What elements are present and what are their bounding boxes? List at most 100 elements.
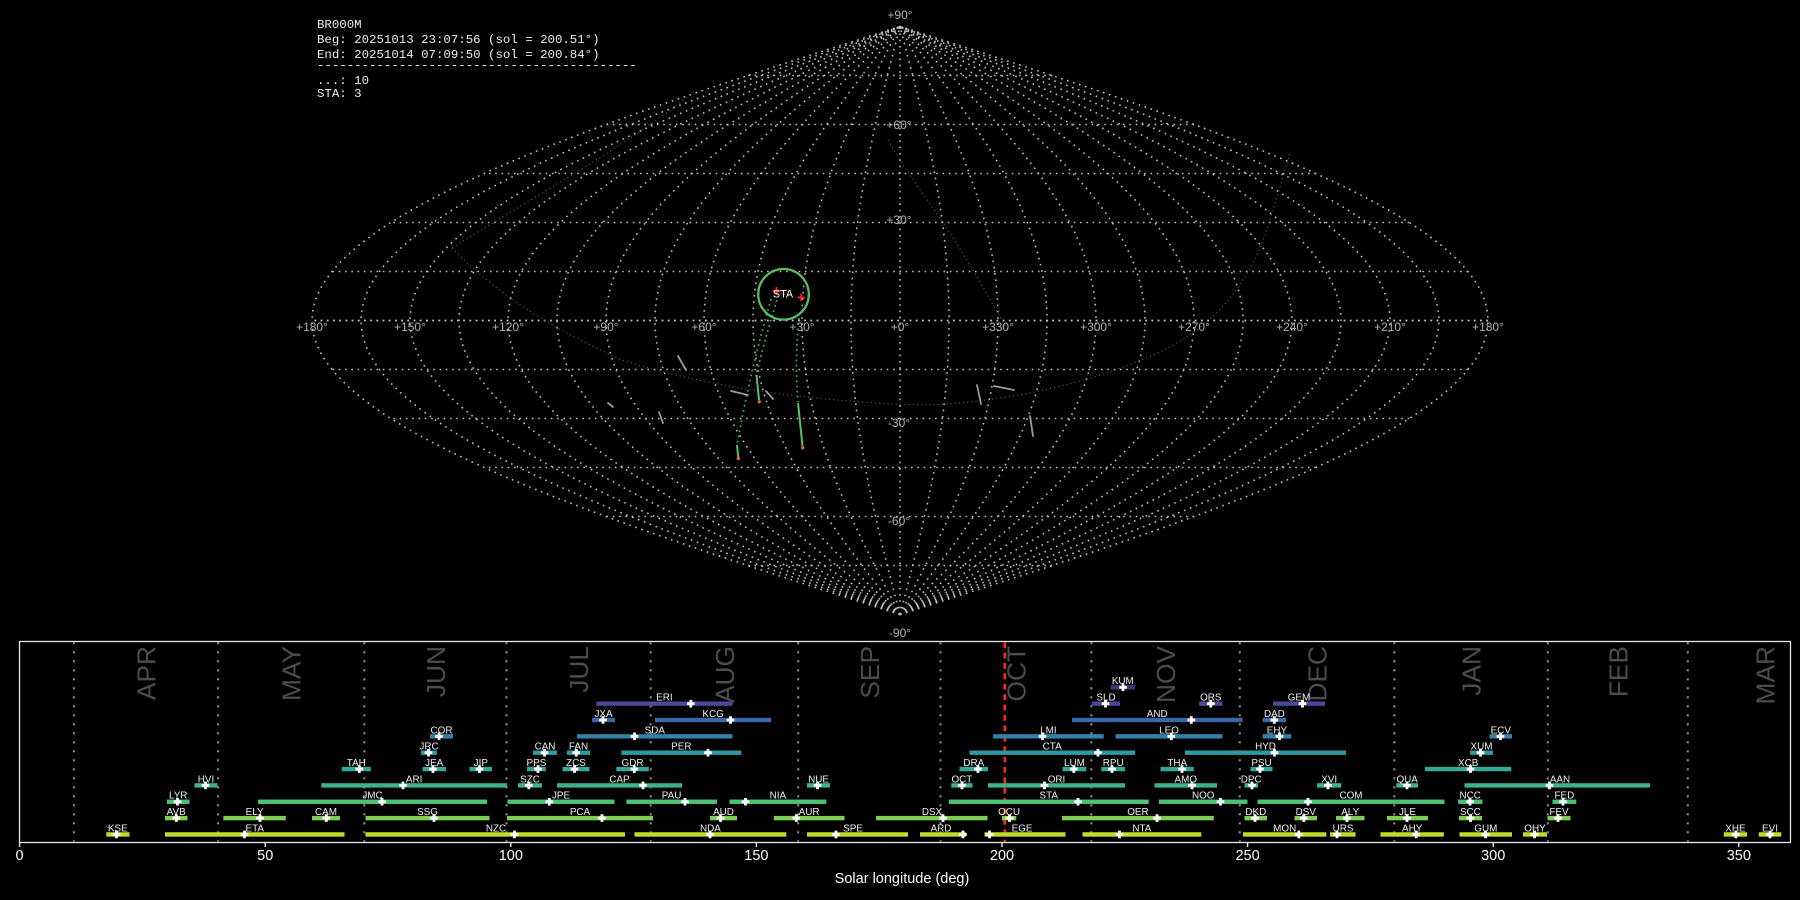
svg-text:URS: URS <box>1333 823 1354 834</box>
svg-text:EVI: EVI <box>1762 823 1778 834</box>
svg-text:+120°: +120° <box>492 320 524 334</box>
svg-text:SPE: SPE <box>843 823 863 834</box>
svg-text:GUM: GUM <box>1474 823 1497 834</box>
svg-text:NTA: NTA <box>1132 823 1151 834</box>
svg-text:JUL: JUL <box>564 646 594 693</box>
svg-text:KUM: KUM <box>1112 676 1134 687</box>
svg-text:LMI: LMI <box>1040 725 1056 736</box>
svg-text:DRA: DRA <box>963 758 984 769</box>
svg-text:RPU: RPU <box>1103 758 1124 769</box>
svg-text:...: 10: ...: 10 <box>317 74 369 88</box>
svg-text:Solar longitude (deg): Solar longitude (deg) <box>835 871 970 887</box>
svg-text:MAY: MAY <box>277 646 307 701</box>
svg-text:+240°: +240° <box>1276 320 1308 334</box>
svg-text:STA: STA <box>1040 791 1059 802</box>
svg-text:HVI: HVI <box>198 774 214 785</box>
svg-text:NDA: NDA <box>700 823 721 834</box>
svg-text:JEA: JEA <box>425 758 444 769</box>
svg-text:OER: OER <box>1127 807 1148 818</box>
svg-text:------------------------------: ----------------------------------------… <box>317 59 637 73</box>
svg-text:300: 300 <box>1481 848 1505 864</box>
svg-text:XUM: XUM <box>1471 742 1493 753</box>
svg-text:ARD: ARD <box>931 823 952 834</box>
svg-text:PPS: PPS <box>527 758 547 769</box>
svg-text:+180°: +180° <box>296 320 328 334</box>
svg-text:+90°: +90° <box>887 8 912 22</box>
svg-text:STA: STA <box>773 289 794 301</box>
svg-text:-90°: -90° <box>889 626 911 640</box>
svg-text:SLD: SLD <box>1096 693 1115 704</box>
svg-text:PSU: PSU <box>1251 758 1271 769</box>
svg-text:+90°: +90° <box>593 320 618 334</box>
svg-text:JPE: JPE <box>552 791 571 802</box>
svg-text:EGE: EGE <box>1012 823 1033 834</box>
svg-text:NCC: NCC <box>1459 791 1480 802</box>
svg-text:ERI: ERI <box>656 693 672 704</box>
svg-text:JMC: JMC <box>362 791 382 802</box>
svg-text:FEB: FEB <box>1603 646 1633 697</box>
svg-text:ETA: ETA <box>246 823 265 834</box>
svg-text:NIA: NIA <box>770 791 787 802</box>
svg-text:AVB: AVB <box>167 807 186 818</box>
svg-text:+300°: +300° <box>1080 320 1112 334</box>
svg-text:SSG: SSG <box>417 807 438 818</box>
svg-text:100: 100 <box>499 848 523 864</box>
svg-text:KSE: KSE <box>108 823 128 834</box>
svg-text:+210°: +210° <box>1374 320 1406 334</box>
svg-text:STA: 3: STA: 3 <box>317 87 362 101</box>
svg-text:DPC: DPC <box>1241 774 1262 785</box>
svg-text:AUG: AUG <box>710 646 740 703</box>
svg-text:PCA: PCA <box>570 807 591 818</box>
svg-text:LEO: LEO <box>1159 725 1179 736</box>
svg-text:CAN: CAN <box>535 742 556 753</box>
svg-text:+150°: +150° <box>394 320 426 334</box>
svg-text:200: 200 <box>990 848 1014 864</box>
svg-text:NOO: NOO <box>1192 791 1215 802</box>
svg-text:GEM: GEM <box>1288 693 1311 704</box>
svg-text:ELY: ELY <box>246 807 264 818</box>
svg-text:NUE: NUE <box>808 774 829 785</box>
svg-text:JXA: JXA <box>594 709 613 720</box>
svg-text:THA: THA <box>1167 758 1187 769</box>
svg-text:COR: COR <box>431 725 453 736</box>
svg-text:ARI: ARI <box>406 774 422 785</box>
svg-text:APR: APR <box>132 646 162 700</box>
svg-text:QUA: QUA <box>1396 774 1418 785</box>
svg-text:+60°: +60° <box>886 118 911 132</box>
svg-text:MAR: MAR <box>1751 646 1781 704</box>
svg-text:CAP: CAP <box>609 774 630 785</box>
svg-text:-60°: -60° <box>888 514 910 528</box>
svg-text:XVI: XVI <box>1321 774 1337 785</box>
svg-text:JIP: JIP <box>474 758 489 769</box>
svg-text:TAH: TAH <box>347 758 366 769</box>
svg-text:GDR: GDR <box>622 758 644 769</box>
svg-text:+180°: +180° <box>1472 320 1504 334</box>
svg-text:CTA: CTA <box>1043 742 1062 753</box>
svg-text:ECV: ECV <box>1491 725 1512 736</box>
svg-text:LUM: LUM <box>1064 758 1085 769</box>
svg-text:FEV: FEV <box>1549 807 1569 818</box>
svg-text:COM: COM <box>1339 791 1362 802</box>
svg-text:ZCS: ZCS <box>566 758 586 769</box>
svg-text:JAN: JAN <box>1457 646 1487 696</box>
svg-text:HYD: HYD <box>1255 742 1276 753</box>
svg-text:+30°: +30° <box>789 320 814 334</box>
svg-text:PAU: PAU <box>662 791 682 802</box>
svg-text:MON: MON <box>1273 823 1296 834</box>
svg-text:AAN: AAN <box>1550 774 1570 785</box>
svg-text:SDA: SDA <box>645 725 666 736</box>
svg-text:OHY: OHY <box>1524 823 1546 834</box>
svg-text:+30°: +30° <box>886 213 911 227</box>
svg-text:150: 150 <box>744 848 768 864</box>
svg-text:LYR: LYR <box>169 791 187 802</box>
svg-text:AND: AND <box>1147 709 1168 720</box>
svg-text:JUN: JUN <box>421 646 451 697</box>
svg-text:JRC: JRC <box>419 742 438 753</box>
svg-text:AMO: AMO <box>1175 774 1198 785</box>
svg-text:ORI: ORI <box>1048 774 1066 785</box>
svg-text:XHE: XHE <box>1725 823 1746 834</box>
svg-text:AUR: AUR <box>799 807 820 818</box>
svg-text:BR000M: BR000M <box>317 18 362 32</box>
svg-text:+60°: +60° <box>691 320 716 334</box>
svg-text:AHY: AHY <box>1402 823 1423 834</box>
